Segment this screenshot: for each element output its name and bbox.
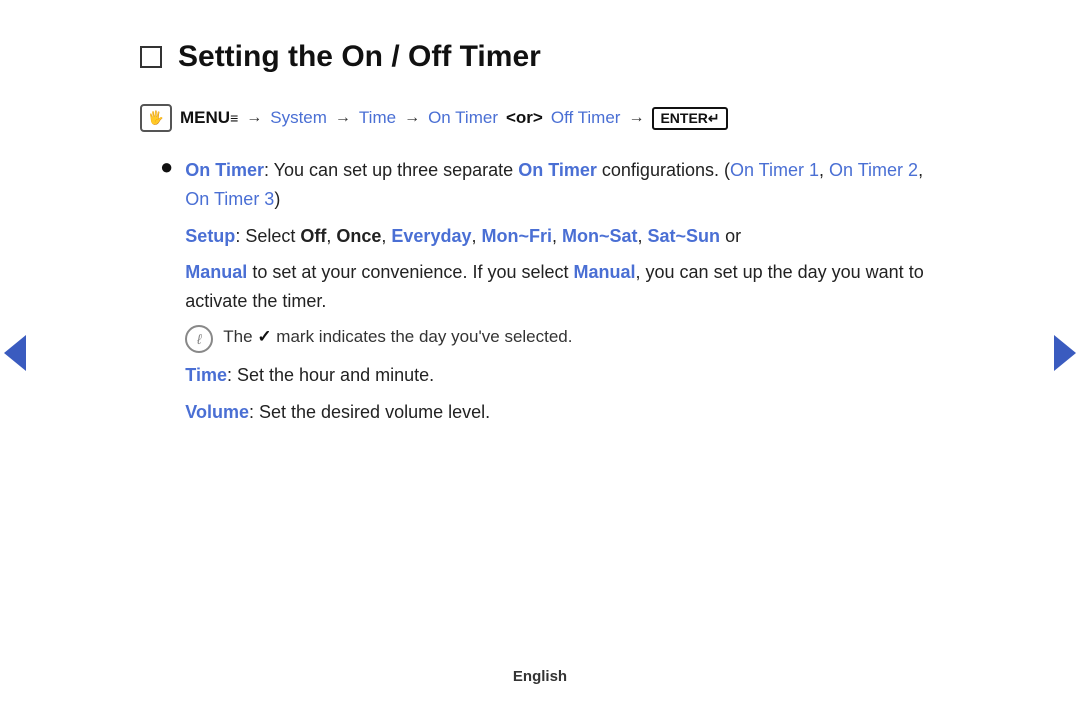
setup-tail: to set at your convenience. If you selec…: [247, 262, 573, 282]
manual-label-1: Manual: [185, 262, 247, 282]
setup-label: Setup: [185, 226, 235, 246]
mon-fri-option: Mon~Fri: [481, 226, 552, 246]
note-text-2: mark indicates the day you've selected.: [272, 327, 573, 346]
everyday-option: Everyday: [391, 226, 471, 246]
page-title-section: Setting the On / Off Timer: [140, 40, 940, 74]
or-text: <or>: [506, 108, 543, 128]
system-link: System: [270, 108, 327, 128]
on-timer-label: On Timer: [185, 160, 264, 180]
sat-sun-option: Sat~Sun: [648, 226, 721, 246]
arrow-4: →: [628, 109, 644, 127]
on-timer-mid-label: On Timer: [518, 160, 597, 180]
setup-line: Setup: Select Off, Once, Everyday, Mon~F…: [185, 222, 940, 251]
note-block: ℓ The ✓ mark indicates the day you've se…: [185, 324, 940, 353]
prev-page-button[interactable]: [0, 328, 30, 378]
on-timer-2: On Timer 2: [829, 160, 918, 180]
on-timer-3: On Timer 3: [185, 189, 274, 209]
footer-language: English: [513, 668, 567, 685]
enter-icon: ENTER↵: [652, 107, 727, 130]
on-timer-intro-text: : You can set up three separate: [264, 160, 518, 180]
bullet-dot: ●: [160, 154, 173, 435]
time-text: : Set the hour and minute.: [227, 365, 434, 385]
manual-label-2: Manual: [574, 262, 636, 282]
time-line: Time: Set the hour and minute.: [185, 361, 940, 390]
off-option: Off: [300, 226, 326, 246]
on-timer-intro-line: On Timer: You can set up three separate …: [185, 156, 940, 214]
setup-manual-line: Manual to set at your convenience. If yo…: [185, 258, 940, 316]
sep1: ,: [326, 226, 336, 246]
sep4: ,: [552, 226, 562, 246]
mon-sat-option: Mon~Sat: [562, 226, 638, 246]
comma1: ,: [819, 160, 829, 180]
volume-text: : Set the desired volume level.: [249, 402, 490, 422]
next-page-button[interactable]: [1050, 328, 1080, 378]
on-timer-link: On Timer: [428, 108, 498, 128]
setup-intro: : Select: [235, 226, 300, 246]
time-label: Time: [185, 365, 227, 385]
sep5: ,: [638, 226, 648, 246]
menu-touch-icon: 🖐: [140, 104, 172, 132]
sep3: ,: [471, 226, 481, 246]
bullet-content: On Timer: You can set up three separate …: [185, 156, 940, 435]
bullet-item-on-timer: ● On Timer: You can set up three separat…: [160, 156, 940, 435]
once-option: Once: [336, 226, 381, 246]
comma2: ,: [918, 160, 923, 180]
menu-nav-line: 🖐 MENU≡ → System → Time → On Timer <or> …: [140, 104, 940, 132]
checkbox-icon: [140, 46, 162, 68]
note-text: The ✓ mark indicates the day you've sele…: [223, 324, 572, 350]
left-arrow-icon: [4, 335, 26, 371]
off-timer-link: Off Timer: [551, 108, 621, 128]
arrow-3: →: [404, 109, 420, 127]
menu-label: MENU≡: [180, 108, 238, 128]
close-paren: ): [274, 189, 280, 209]
page-title: Setting the On / Off Timer: [178, 40, 541, 74]
checkmark-symbol: ✓: [257, 327, 271, 346]
note-icon: ℓ: [185, 325, 213, 353]
volume-label: Volume: [185, 402, 249, 422]
on-timer-1: On Timer 1: [730, 160, 819, 180]
arrow-1: →: [246, 109, 262, 127]
arrow-2: →: [335, 109, 351, 127]
bullet-section: ● On Timer: You can set up three separat…: [160, 156, 940, 435]
setup-or: or: [720, 226, 741, 246]
volume-line: Volume: Set the desired volume level.: [185, 398, 940, 427]
on-timer-config-text: configurations. (: [597, 160, 730, 180]
note-text-1: The: [223, 327, 257, 346]
sep2: ,: [381, 226, 391, 246]
right-arrow-icon: [1054, 335, 1076, 371]
time-link: Time: [359, 108, 396, 128]
